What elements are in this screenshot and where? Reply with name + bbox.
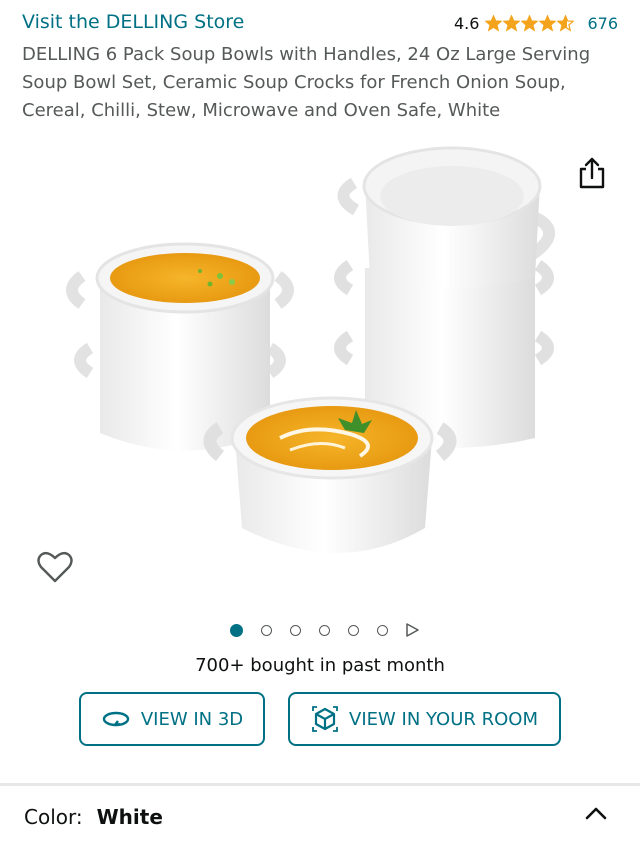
rating[interactable]: 4.6 676 (454, 14, 618, 33)
star-icon (539, 15, 557, 32)
color-value: White (96, 805, 163, 829)
carousel-dot[interactable] (377, 624, 388, 636)
star-rating (485, 15, 575, 32)
chevron-up-icon[interactable] (584, 804, 608, 822)
share-icon[interactable] (577, 156, 607, 190)
carousel-dot[interactable] (261, 624, 272, 636)
star-icon (521, 15, 539, 32)
color-selector[interactable]: Color: White (24, 805, 163, 829)
product-image[interactable] (60, 138, 580, 598)
rating-count[interactable]: 676 (587, 14, 618, 33)
carousel-dot[interactable] (290, 624, 301, 636)
section-divider (0, 783, 640, 786)
star-icon (557, 15, 575, 32)
color-label: Color: (24, 805, 83, 829)
product-title: DELLING 6 Pack Soup Bowls with Handles, … (22, 44, 591, 121)
rating-value: 4.6 (454, 14, 480, 33)
view-in-your-room-label: VIEW IN YOUR ROOM (349, 708, 538, 730)
view-in-3d-label: VIEW IN 3D (140, 708, 244, 730)
carousel-dot[interactable] (230, 623, 243, 637)
ar-cube-icon (312, 706, 338, 732)
image-carousel-dots[interactable] (0, 623, 640, 637)
star-icon (503, 15, 521, 32)
heart-icon[interactable] (36, 550, 74, 586)
play-icon[interactable] (405, 623, 419, 637)
rotate-3d-icon (102, 711, 130, 727)
store-link[interactable]: Visit the DELLING Store (22, 11, 244, 33)
view-in-your-room-button[interactable]: VIEW IN YOUR ROOM (288, 692, 561, 746)
carousel-dot[interactable] (348, 624, 359, 636)
carousel-dot[interactable] (319, 624, 330, 636)
bowl-front (203, 396, 457, 553)
star-icon (485, 15, 503, 32)
bought-count: 700+ bought in past month (195, 655, 445, 676)
view-in-3d-button[interactable]: VIEW IN 3D (79, 692, 265, 746)
